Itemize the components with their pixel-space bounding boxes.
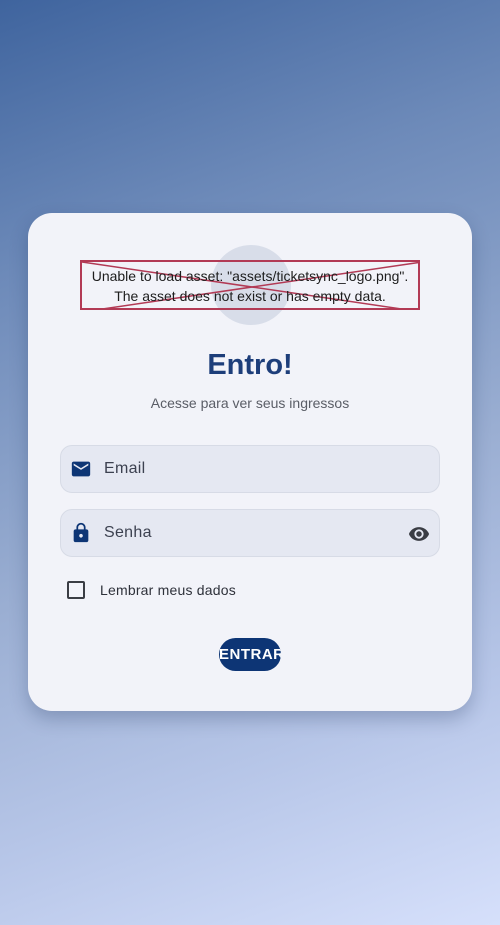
remember-checkbox[interactable]	[67, 581, 85, 599]
email-field[interactable]: Email	[60, 445, 440, 493]
email-placeholder: Email	[104, 460, 146, 477]
page-title: Entro!	[207, 349, 293, 381]
logo-area: Unable to load asset: "assets/ticketsync…	[80, 245, 420, 325]
password-placeholder: Senha	[104, 524, 152, 541]
logo-error-box: Unable to load asset: "assets/ticketsync…	[80, 260, 420, 310]
password-field[interactable]: Senha	[60, 509, 440, 557]
remember-label[interactable]: Lembrar meus dados	[100, 582, 236, 598]
lock-icon	[73, 522, 89, 543]
logo-error-line-1: Unable to load asset: "assets/ticketsync…	[91, 268, 409, 284]
logo-error-text: Unable to load asset: "assets/ticketsync…	[82, 266, 418, 306]
logo-error-line-2: The asset does not exist or has empty da…	[114, 288, 386, 304]
mail-icon	[71, 461, 91, 477]
login-card: Unable to load asset: "assets/ticketsync…	[28, 213, 472, 711]
eye-icon[interactable]	[407, 523, 431, 545]
enter-button[interactable]: ENTRAR	[219, 638, 281, 671]
page-subtitle: Acesse para ver seus ingressos	[150, 395, 350, 411]
